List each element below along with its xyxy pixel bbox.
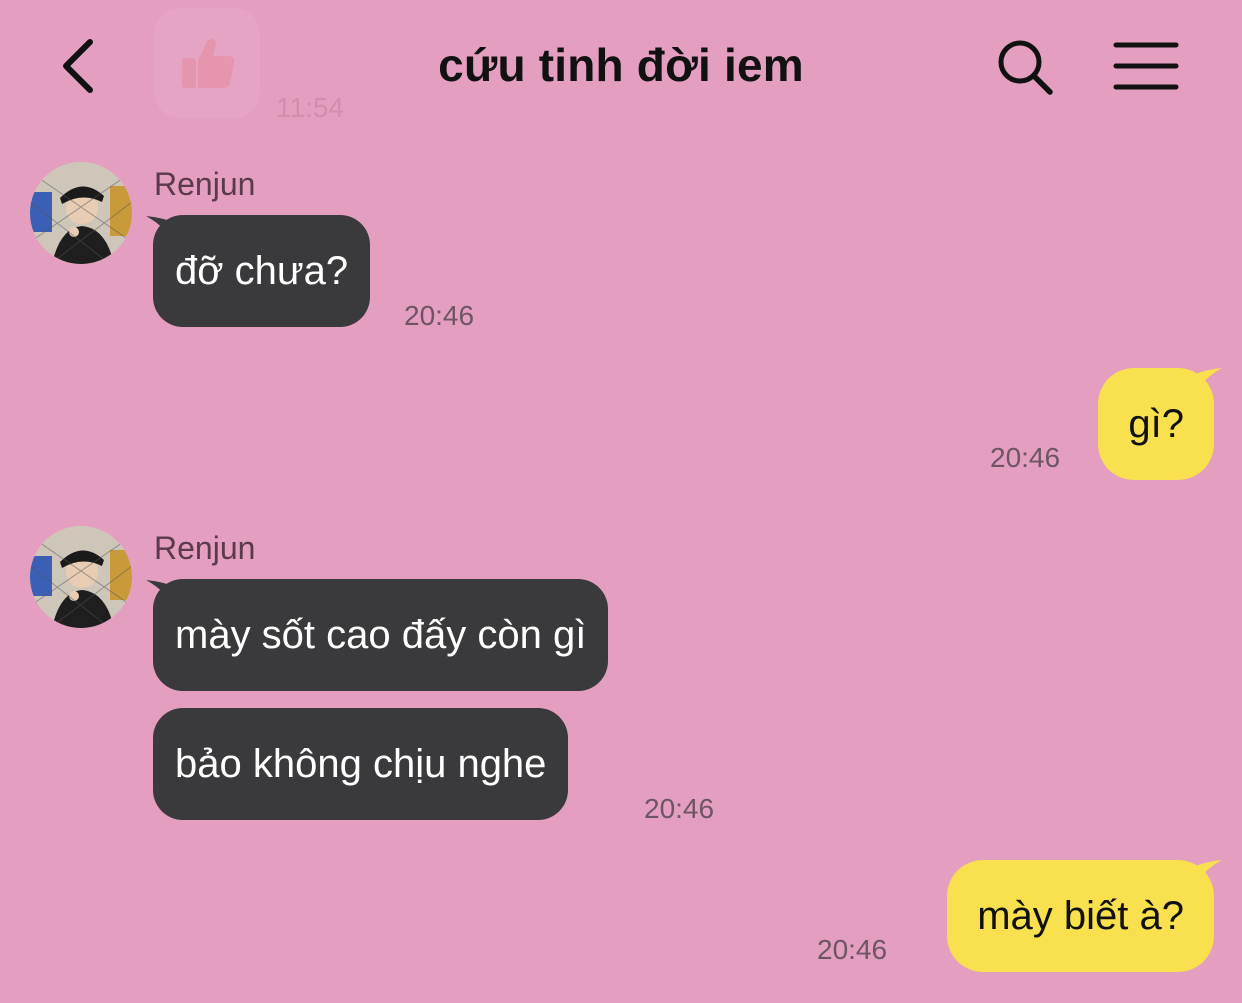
message-time: 20:46 xyxy=(817,934,888,965)
search-icon xyxy=(998,40,1053,95)
message-bubble[interactable]: bảo không chịu nghe xyxy=(153,708,569,820)
message-time: 20:46 xyxy=(644,793,715,824)
message-time: 20:46 xyxy=(990,442,1061,473)
search-button[interactable] xyxy=(994,36,1056,98)
bubble-tail xyxy=(1192,368,1222,400)
message-time: 20:46 xyxy=(404,300,475,331)
message-bubble[interactable]: mày biết à? xyxy=(947,860,1214,972)
sender-name: Renjun xyxy=(154,530,256,566)
message-bubble[interactable]: mày sốt cao đấy còn gì xyxy=(153,579,609,691)
sender-name: Renjun xyxy=(154,166,256,202)
hamburger-menu-icon xyxy=(1113,42,1179,90)
chat-header: 11:54 cứu tinh đời iem xyxy=(0,0,1242,130)
message-bubble[interactable]: đỡ chưa? xyxy=(153,215,371,327)
faded-timestamp: 11:54 xyxy=(276,92,344,123)
avatar[interactable] xyxy=(30,162,132,264)
avatar[interactable] xyxy=(30,526,132,628)
profile-photo xyxy=(30,526,132,628)
bubble-tail xyxy=(1192,860,1222,892)
menu-button[interactable] xyxy=(1112,40,1180,92)
profile-photo xyxy=(30,162,132,264)
